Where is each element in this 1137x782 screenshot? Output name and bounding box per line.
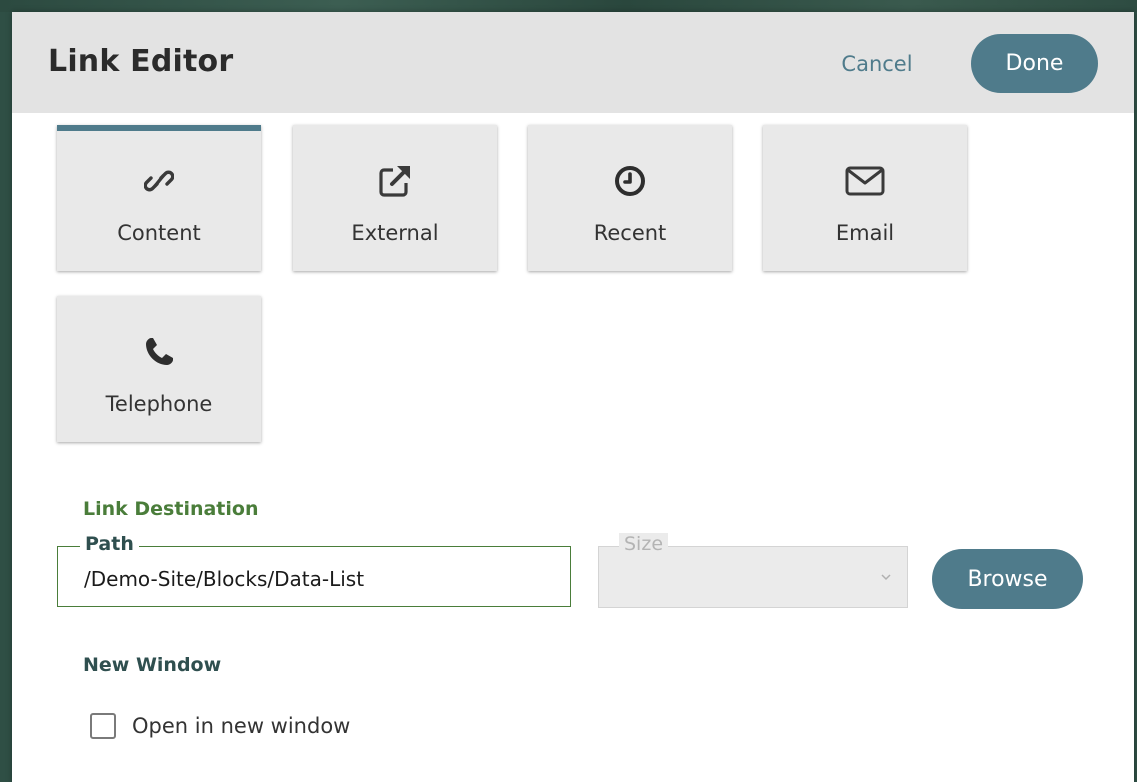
done-button[interactable]: Done xyxy=(971,34,1098,93)
cancel-button[interactable]: Cancel xyxy=(832,46,922,82)
phone-icon xyxy=(57,332,261,372)
tab-label: Email xyxy=(835,221,895,245)
chevron-down-icon xyxy=(879,569,893,583)
size-label: Size xyxy=(619,533,669,555)
envelope-icon xyxy=(763,161,967,201)
size-select[interactable]: Size xyxy=(598,533,908,608)
tab-telephone[interactable]: Telephone xyxy=(57,296,261,442)
link-icon xyxy=(57,161,261,201)
tab-email[interactable]: Email xyxy=(763,125,967,271)
link-editor-dialog: Link Editor Cancel Done Content External xyxy=(12,12,1134,782)
checkbox-label: Open in new window xyxy=(132,714,351,738)
open-in-new-window-option[interactable]: Open in new window xyxy=(90,710,350,742)
dialog-header: Link Editor Cancel Done xyxy=(12,12,1134,113)
tab-label: Telephone xyxy=(105,392,213,416)
external-link-icon xyxy=(293,161,497,201)
path-label: Path xyxy=(80,533,139,555)
link-destination-heading: Link Destination xyxy=(83,498,259,520)
tab-external[interactable]: External xyxy=(293,125,497,271)
path-field: Path xyxy=(57,533,571,607)
tab-label: Recent xyxy=(593,221,667,245)
background-page xyxy=(0,0,1137,12)
tab-label: External xyxy=(351,221,439,245)
path-input[interactable] xyxy=(84,565,554,593)
tab-content[interactable]: Content xyxy=(57,125,261,271)
clock-icon xyxy=(528,161,732,201)
browse-button[interactable]: Browse xyxy=(932,549,1083,609)
new-window-heading: New Window xyxy=(83,654,222,676)
dialog-title: Link Editor xyxy=(48,44,234,79)
tab-recent[interactable]: Recent xyxy=(528,125,732,271)
open-in-new-window-checkbox[interactable] xyxy=(90,713,116,739)
tab-label: Content xyxy=(117,221,201,245)
